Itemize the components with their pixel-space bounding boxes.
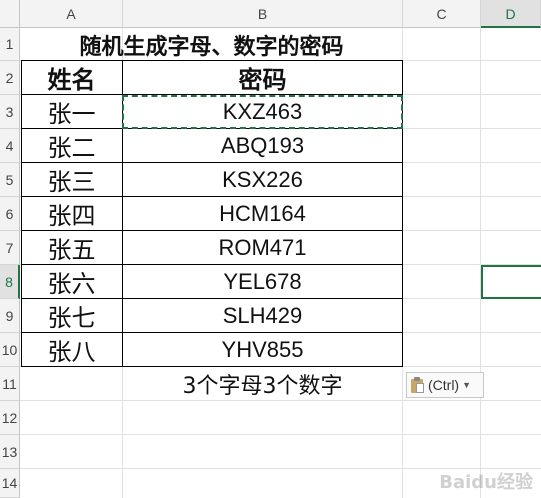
paste-options-label: (Ctrl) xyxy=(428,377,460,393)
gridline xyxy=(20,400,541,401)
spreadsheet-grid: A B C D 1 2 3 4 5 6 7 8 9 10 11 12 13 14… xyxy=(0,0,541,498)
name-cell[interactable]: 张五 xyxy=(21,231,122,264)
paste-options-button[interactable]: (Ctrl) ▼ xyxy=(406,372,484,398)
name-cell[interactable]: 张四 xyxy=(21,197,122,230)
table-border xyxy=(402,60,403,367)
table-border xyxy=(21,162,403,163)
column-header-b[interactable]: B xyxy=(123,0,403,28)
table-border xyxy=(21,60,22,367)
row-header-3[interactable]: 3 xyxy=(0,95,20,129)
header-name-cell[interactable]: 姓名 xyxy=(21,61,122,94)
name-cell[interactable]: 张八 xyxy=(21,333,122,366)
table-border xyxy=(21,230,403,231)
chevron-down-icon: ▼ xyxy=(462,380,472,390)
row-header-13[interactable]: 13 xyxy=(0,435,20,469)
gridline xyxy=(20,434,541,435)
password-cell[interactable]: ROM471 xyxy=(123,231,402,264)
name-cell[interactable]: 张六 xyxy=(21,265,122,298)
row-header-6[interactable]: 6 xyxy=(0,197,20,231)
row-header-12[interactable]: 12 xyxy=(0,401,20,435)
row-header-1[interactable]: 1 xyxy=(0,28,20,61)
table-border xyxy=(21,60,403,61)
watermark-logo: Baidu经验 xyxy=(439,472,533,493)
row-header-14[interactable]: 14 xyxy=(0,469,20,498)
row-header-11[interactable]: 11 xyxy=(0,367,20,401)
column-header-c[interactable]: C xyxy=(403,0,481,28)
table-border xyxy=(122,60,123,367)
row-header-10[interactable]: 10 xyxy=(0,333,20,367)
row-header-8[interactable]: 8 xyxy=(0,265,20,299)
password-cell[interactable]: ABQ193 xyxy=(123,129,402,162)
table-border xyxy=(21,264,403,265)
name-cell[interactable]: 张七 xyxy=(21,299,122,332)
table-border xyxy=(21,128,403,129)
column-header-d[interactable]: D xyxy=(481,0,541,28)
header-password-cell[interactable]: 密码 xyxy=(123,61,402,94)
table-border xyxy=(21,196,403,197)
table-border xyxy=(21,332,403,333)
row-header-2[interactable]: 2 xyxy=(0,61,20,95)
password-cell[interactable]: YEL678 xyxy=(123,265,402,298)
password-cell[interactable]: KSX226 xyxy=(123,163,402,196)
row-header-4[interactable]: 4 xyxy=(0,129,20,163)
name-cell[interactable]: 张一 xyxy=(21,95,122,128)
table-border xyxy=(21,366,403,367)
column-header-a[interactable]: A xyxy=(20,0,123,28)
name-cell[interactable]: 张二 xyxy=(21,129,122,162)
note-cell[interactable]: 3个字母3个数字 xyxy=(123,367,402,400)
table-border xyxy=(21,94,403,95)
password-cell[interactable]: SLH429 xyxy=(123,299,402,332)
sheet-title-cell[interactable]: 随机生成字母、数字的密码 xyxy=(21,29,402,60)
clipboard-icon xyxy=(411,377,425,393)
password-cell[interactable]: KXZ463 xyxy=(123,95,402,128)
select-all-corner[interactable] xyxy=(0,0,20,28)
row-header-7[interactable]: 7 xyxy=(0,231,20,265)
row-header-9[interactable]: 9 xyxy=(0,299,20,333)
password-cell[interactable]: HCM164 xyxy=(123,197,402,230)
gridline xyxy=(480,28,481,498)
table-border xyxy=(21,298,403,299)
password-cell[interactable]: YHV855 xyxy=(123,333,402,366)
active-cell-selection[interactable] xyxy=(481,265,541,299)
row-header-5[interactable]: 5 xyxy=(0,163,20,197)
name-cell[interactable]: 张三 xyxy=(21,163,122,196)
